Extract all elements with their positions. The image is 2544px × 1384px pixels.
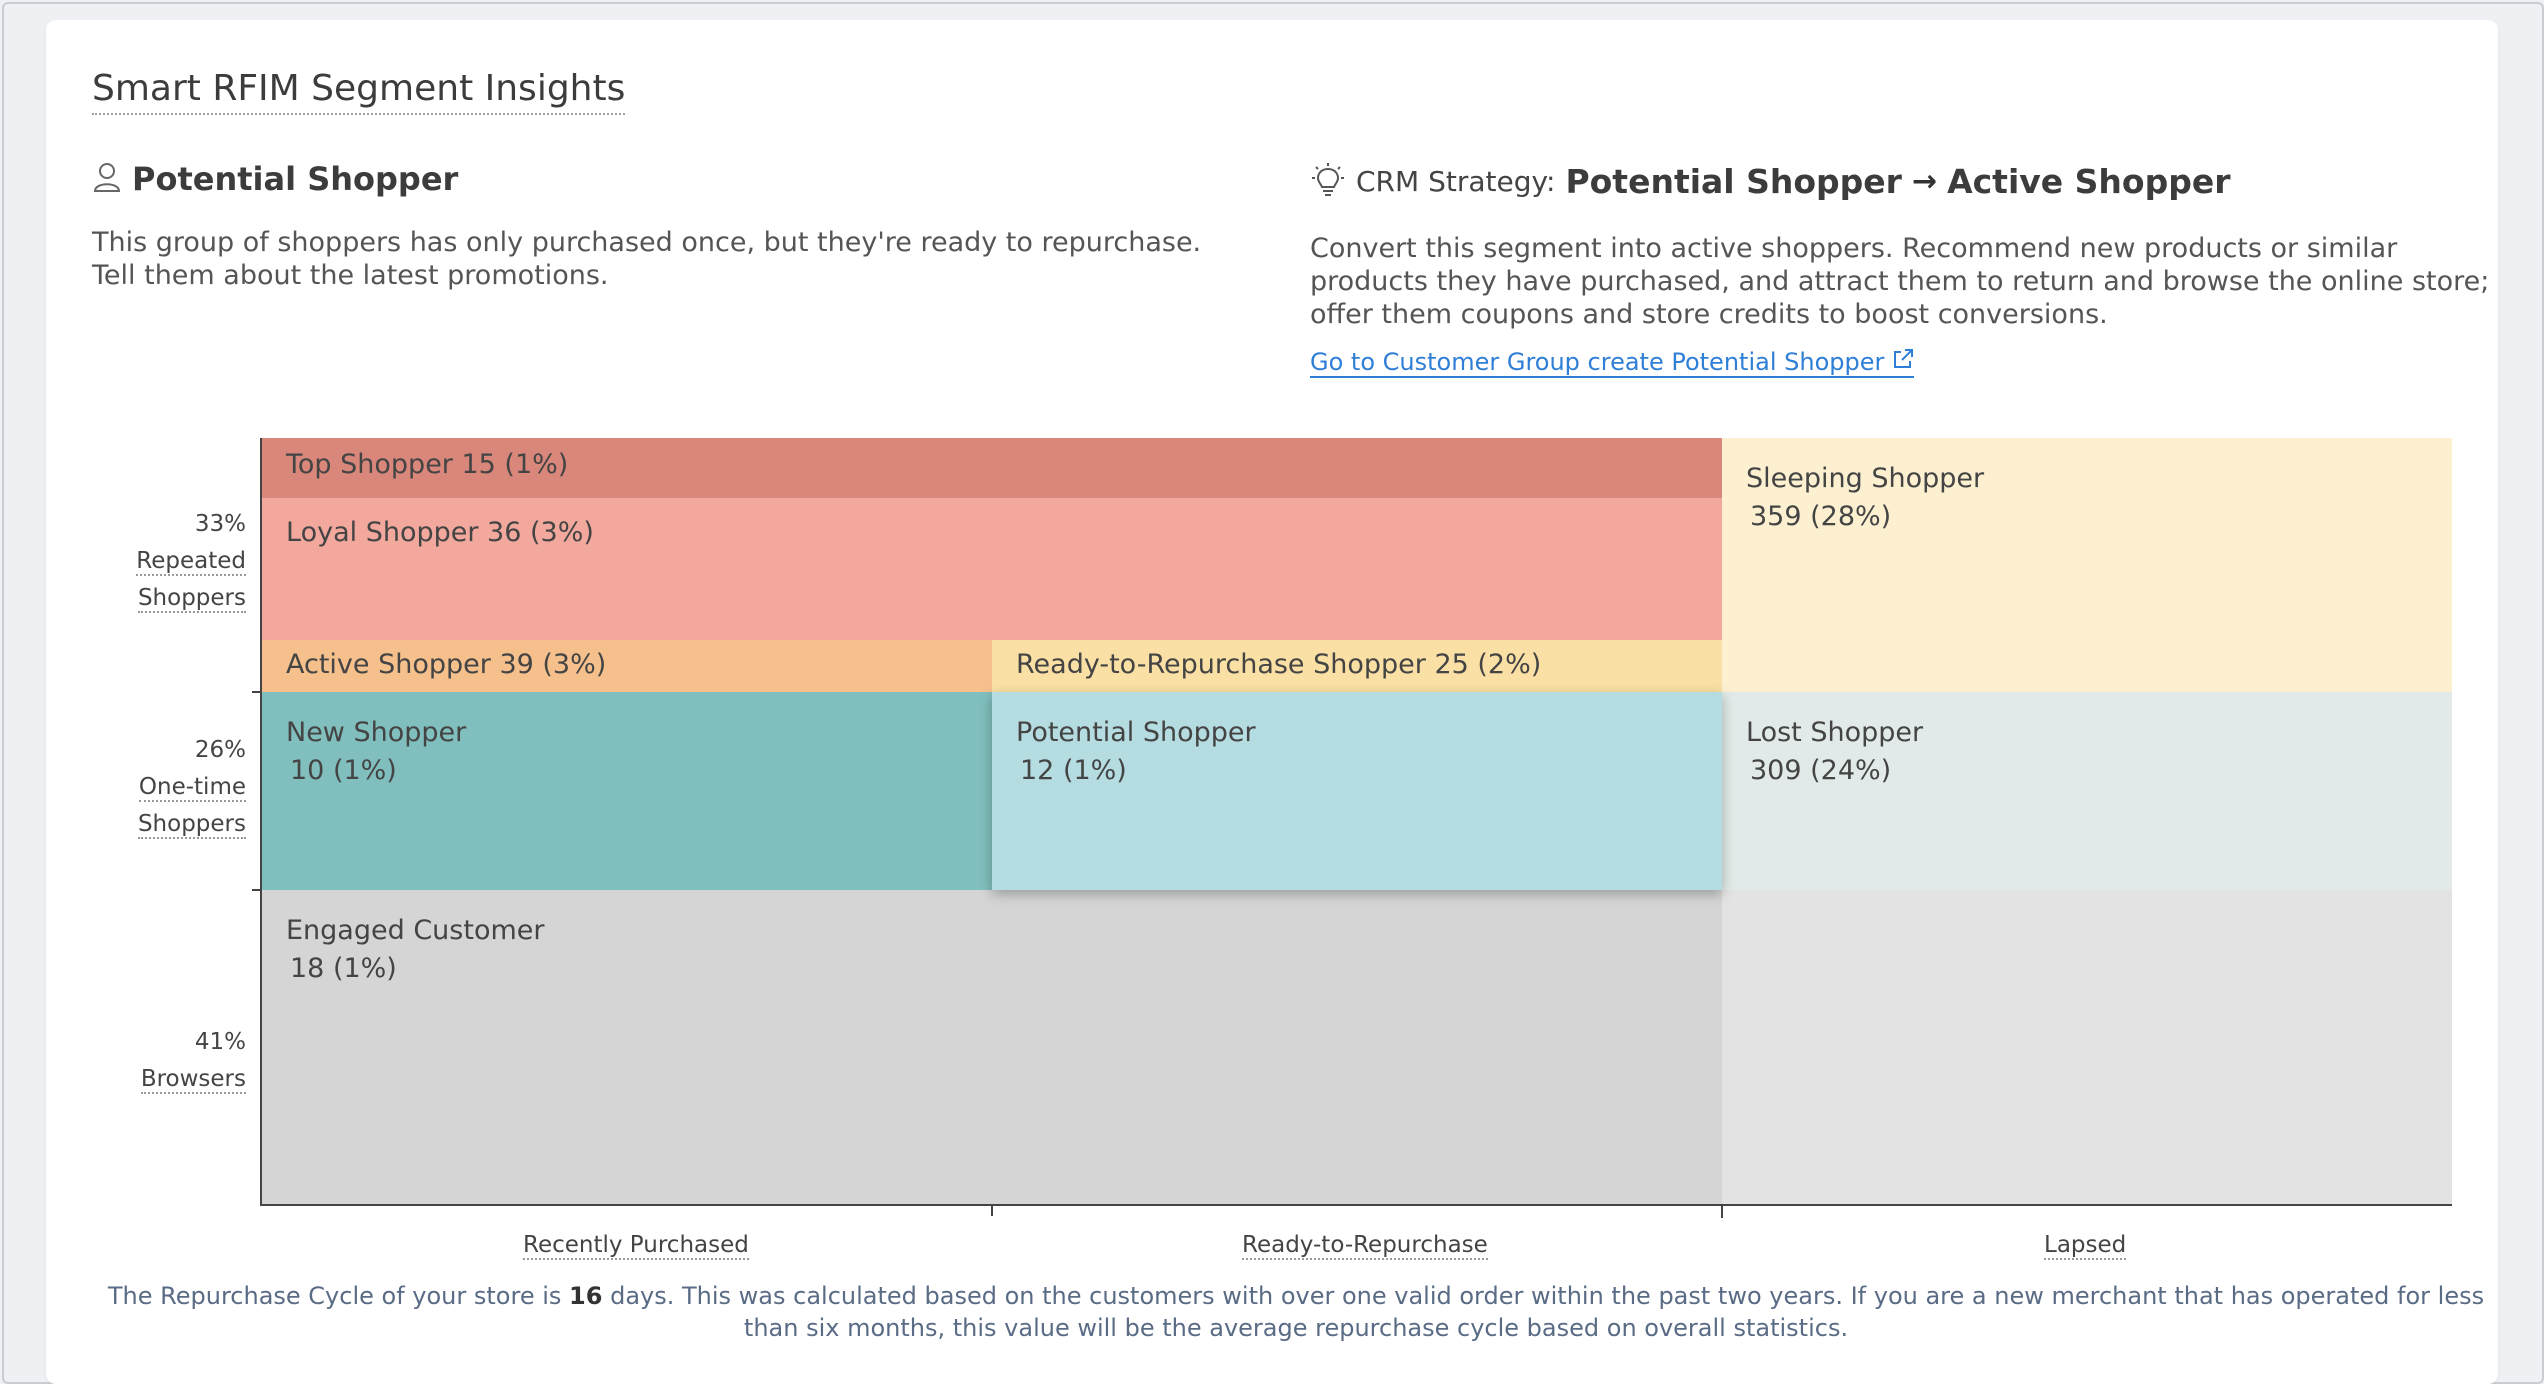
external-link-icon <box>1892 348 1914 376</box>
segment-sleeping-shopper[interactable]: Sleeping Shopper 359 (28%) <box>1722 438 2452 692</box>
segment-top-shopper-label: Top Shopper 15 (1%) <box>286 449 569 480</box>
y-label-repeated-line2: Shoppers <box>137 585 246 613</box>
segment-potential-count: 12 (1%) <box>1020 755 1127 786</box>
y-label-onetime-line2: Shoppers <box>137 811 246 839</box>
repurchase-cycle-footnote: The Repurchase Cycle of your store is 16… <box>106 1280 2486 1344</box>
crm-from-segment: Potential Shopper <box>1565 162 1902 201</box>
customer-group-link[interactable]: Go to Customer Group create Potential Sh… <box>1310 348 1915 378</box>
user-icon <box>92 161 122 197</box>
y-label-onetime-percent: 26% <box>194 737 246 763</box>
y-label-browsers-text: Browsers <box>140 1066 246 1094</box>
segment-lost-count: 309 (24%) <box>1750 755 1892 786</box>
segment-lapsed-browsers <box>1722 890 2452 1206</box>
segment-lost-name: Lost Shopper <box>1746 717 1924 748</box>
segment-loyal-shopper-label: Loyal Shopper 36 (3%) <box>286 517 594 548</box>
segment-new-name: New Shopper <box>286 717 467 748</box>
y-label-onetime-line1: One-time <box>138 774 246 802</box>
segment-description: This group of shoppers has only purchase… <box>92 227 1202 291</box>
y-label-browsers-percent: 41% <box>194 1029 246 1055</box>
segment-new-count: 10 (1%) <box>290 755 397 786</box>
y-tick <box>252 691 262 693</box>
x-label-lapsed: Lapsed <box>2044 1232 2127 1260</box>
footnote-days: 16 <box>569 1282 603 1310</box>
y-axis-line <box>260 438 262 1206</box>
segment-engaged-name: Engaged Customer <box>286 915 545 946</box>
footnote-prefix: The Repurchase Cycle of your store is <box>107 1282 562 1310</box>
segment-active-shopper[interactable]: Active Shopper 39 (3%) <box>262 640 992 692</box>
segment-engaged-count: 18 (1%) <box>290 953 397 984</box>
crm-strategy-description: Convert this segment into active shopper… <box>1310 233 2490 330</box>
crm-strategy-heading: CRM Strategy: Potential Shopper → Active… <box>1310 162 2230 201</box>
segment-ready-to-repurchase-shopper[interactable]: Ready-to-Repurchase Shopper 25 (2%) <box>992 640 1722 692</box>
segment-lost-shopper[interactable]: Lost Shopper 309 (24%) <box>1722 692 2452 890</box>
card-title: Smart RFIM Segment Insights <box>92 68 626 115</box>
crm-to-segment: Active Shopper <box>1947 162 2231 201</box>
x-tick <box>991 1204 993 1216</box>
x-label-recently-purchased: Recently Purchased <box>523 1232 749 1260</box>
arrow-right-icon: → <box>1911 164 1938 199</box>
x-label-ready-to-repurchase: Ready-to-Repurchase <box>1242 1232 1488 1260</box>
segment-engaged-customer[interactable]: Engaged Customer 18 (1%) <box>262 890 1722 1206</box>
footnote-suffix: days. This was calculated based on the c… <box>610 1282 2485 1342</box>
y-label-repeated-line1: Repeated <box>136 548 246 576</box>
customer-group-link-text: Go to Customer Group create Potential Sh… <box>1310 348 1885 376</box>
segment-loyal-shopper[interactable]: Loyal Shopper 36 (3%) <box>262 498 1722 640</box>
segment-heading: Potential Shopper <box>92 160 458 198</box>
segment-ready-shopper-label: Ready-to-Repurchase Shopper 25 (2%) <box>1016 649 1542 680</box>
crm-strategy-label: CRM Strategy: <box>1356 165 1556 198</box>
segment-active-shopper-label: Active Shopper 39 (3%) <box>286 649 607 680</box>
x-axis-line <box>260 1204 2452 1206</box>
y-label-onetime: 26% One-time Shoppers <box>106 732 246 862</box>
y-label-browsers: 41% Browsers <box>106 1024 246 1114</box>
segment-sleeping-count: 359 (28%) <box>1750 501 1892 532</box>
y-tick <box>252 889 262 891</box>
segment-sleeping-name: Sleeping Shopper <box>1746 463 1985 494</box>
x-tick <box>1721 1204 1723 1218</box>
segment-name: Potential Shopper <box>132 160 459 198</box>
lightbulb-icon <box>1310 162 1346 201</box>
insights-card: Smart RFIM Segment Insights Potential Sh… <box>46 20 2498 1384</box>
y-label-repeated: 33% Repeated Shoppers <box>106 506 246 636</box>
y-label-repeated-percent: 33% <box>194 511 246 537</box>
segment-potential-shopper[interactable]: Potential Shopper 12 (1%) <box>992 692 1722 890</box>
segment-potential-name: Potential Shopper <box>1016 717 1256 748</box>
segment-new-shopper[interactable]: New Shopper 10 (1%) <box>262 692 992 890</box>
segment-top-shopper[interactable]: Top Shopper 15 (1%) <box>262 438 1722 498</box>
